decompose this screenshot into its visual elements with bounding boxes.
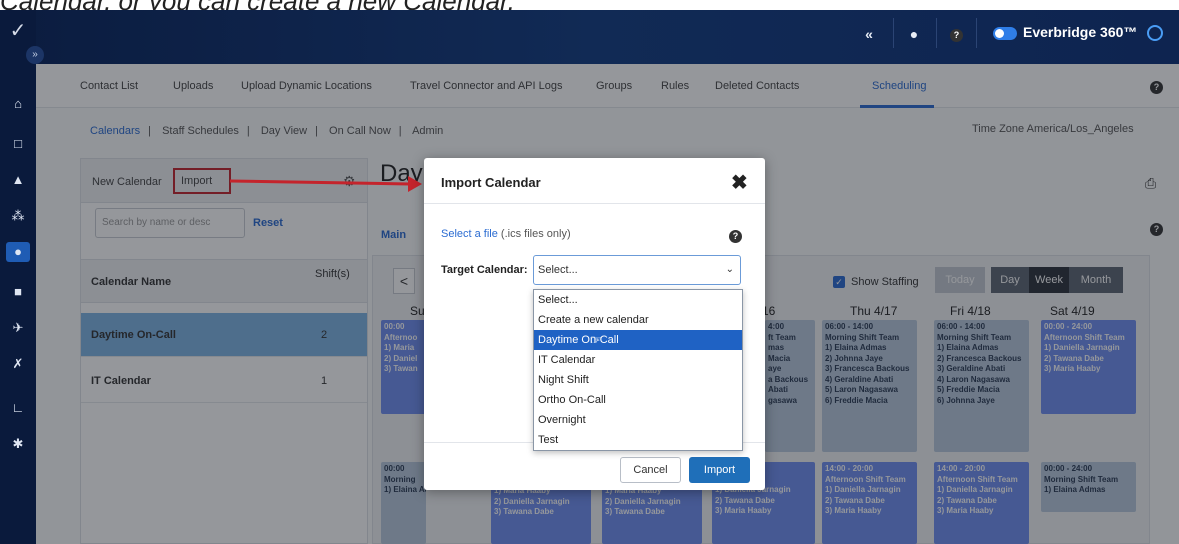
brand-name: Everbridge 360™ xyxy=(1023,24,1138,40)
option-it-calendar[interactable]: IT Calendar xyxy=(534,350,742,370)
reports-icon[interactable]: ∟ xyxy=(6,398,30,418)
collapse-icon[interactable]: « xyxy=(858,22,880,46)
file-hint: (.ics files only) xyxy=(497,228,571,240)
select-file-link[interactable]: Select a file xyxy=(441,228,498,240)
divider xyxy=(893,18,894,48)
divider xyxy=(936,18,937,48)
close-icon[interactable]: ✖ xyxy=(731,170,748,195)
expand-nav-icon[interactable]: » xyxy=(26,46,44,64)
option-test[interactable]: Test xyxy=(534,430,742,450)
cancel-button[interactable]: Cancel xyxy=(620,457,681,483)
mouse-cursor-icon: ☞ xyxy=(590,332,602,347)
select-value: Select... xyxy=(538,264,578,276)
chevron-down-icon: ⌄ xyxy=(725,264,734,275)
mode-toggle[interactable] xyxy=(993,27,1017,40)
option-select[interactable]: Select... xyxy=(534,290,742,310)
help-icon[interactable]: ? xyxy=(950,29,963,42)
divider xyxy=(424,203,765,204)
dialog-title: Import Calendar xyxy=(441,175,541,190)
option-create-new-calendar[interactable]: Create a new calendar xyxy=(534,310,742,330)
divider xyxy=(976,18,977,48)
import-button[interactable]: Import xyxy=(689,457,750,483)
contacts-icon[interactable]: □ xyxy=(6,134,30,154)
refresh-icon[interactable] xyxy=(1147,25,1163,41)
home-icon[interactable]: ⌂ xyxy=(6,94,30,114)
target-calendar-label: Target Calendar: xyxy=(441,264,528,276)
dashboard-icon[interactable]: ■ xyxy=(6,282,30,302)
option-overnight[interactable]: Overnight xyxy=(534,410,742,430)
location-icon[interactable]: ● xyxy=(6,242,30,262)
annotation-arrow xyxy=(230,176,422,192)
settings-icon[interactable]: ✱ xyxy=(6,434,30,454)
option-daytime-on-call[interactable]: Daytime On-Call xyxy=(534,330,742,350)
incidents-icon[interactable]: ⁂ xyxy=(6,206,30,226)
target-calendar-select[interactable]: Select... ⌄ xyxy=(533,255,741,285)
logo-icon: ✓ xyxy=(9,20,27,42)
option-night-shift[interactable]: Night Shift xyxy=(534,370,742,390)
routing-icon[interactable]: ✗ xyxy=(6,354,30,374)
help-icon[interactable]: ? xyxy=(729,230,742,243)
travel-icon[interactable]: ✈ xyxy=(6,318,30,338)
option-ortho-on-call[interactable]: Ortho On-Call xyxy=(534,390,742,410)
file-select-row: Select a file (.ics files only) xyxy=(441,228,571,240)
left-nav: ✓ » ⌂ □ ▲ ⁂ ● ■ ✈ ✗ ∟ ✱ xyxy=(0,10,44,544)
megaphone-icon[interactable]: ▲ xyxy=(6,170,30,190)
user-icon[interactable]: ● xyxy=(903,22,925,46)
calendar-dropdown-list: Select... Create a new calendar Daytime … xyxy=(533,289,743,451)
